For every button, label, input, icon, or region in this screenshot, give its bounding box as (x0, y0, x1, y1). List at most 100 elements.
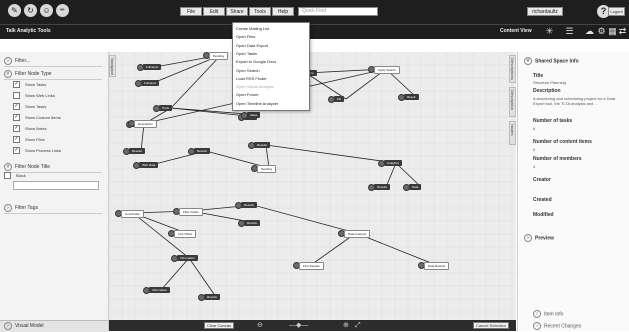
graph-node[interactable]: Fullname (141, 80, 160, 86)
cloud-icon[interactable]: ☁ (584, 26, 595, 37)
graph-canvas[interactable]: Navigator Descriptions Description Nodes… (109, 52, 516, 320)
people-icon[interactable]: ☺ (40, 4, 53, 17)
recent-changes-link[interactable]: › Recent Changes (533, 322, 581, 330)
graph-node[interactable]: Results (194, 148, 211, 154)
tags-header[interactable]: › Filter Tags (4, 203, 102, 214)
graph-node[interactable]: Results (244, 220, 261, 226)
node-title-input[interactable] (13, 181, 99, 190)
checkbox[interactable] (4, 172, 11, 180)
star-icon[interactable]: ✳ (544, 26, 555, 37)
slider-icon[interactable]: —◆— (289, 320, 308, 331)
tree-icon[interactable]: ☰ (564, 26, 575, 37)
node-title-option[interactable]: Black (4, 172, 26, 180)
tab-descriptions[interactable]: Descriptions (509, 55, 516, 83)
refresh-icon[interactable]: ↻ (24, 4, 37, 17)
jar-icon[interactable]: ☕ (56, 4, 69, 17)
graph-node[interactable]: Apply Search (374, 66, 400, 74)
graph-node[interactable]: Results (254, 142, 271, 148)
visual-model-tab[interactable]: › Visual Model (0, 320, 108, 332)
tools-dropdown: Create Mailing List Open Files Open Data E… (232, 22, 310, 111)
graph-node[interactable]: Description (134, 120, 158, 128)
canvas-toolbar: Clear Canvas ⊖ —◆— ⊕ ⤢ Cancel Selection (109, 320, 516, 331)
graph-node[interactable]: Filter Fields (179, 208, 203, 216)
checkbox[interactable]: ✓ (13, 125, 20, 133)
graph-node[interactable]: Data Analysis (344, 230, 371, 238)
item-info-link[interactable]: › Item Info (533, 310, 563, 318)
zoom-out-icon[interactable]: ⊖ (257, 320, 263, 331)
node-type-option[interactable]: ✓ Show Tasks (13, 103, 46, 111)
node-type-option[interactable]: ✓ Show Files (13, 136, 45, 144)
checkbox[interactable]: ✓ (13, 103, 20, 111)
gear-icon[interactable]: ⚙ (596, 26, 607, 37)
menu-share[interactable]: Share (226, 7, 248, 16)
dropdown-item[interactable]: Open Tasks (236, 51, 257, 56)
dropdown-item[interactable]: Open Data Export (236, 43, 268, 48)
dropdown-item[interactable]: Open Forum (236, 92, 258, 97)
dropdown-item[interactable]: Open Timeline Analyzer (236, 101, 278, 106)
graph-node[interactable]: Results (374, 184, 391, 190)
graph-node[interactable]: Pending (209, 52, 229, 60)
tab-description[interactable]: Description (509, 87, 516, 117)
graph-node[interactable]: Fine Results (299, 262, 324, 270)
graph-node[interactable]: Tools (159, 105, 173, 111)
dropdown-item[interactable]: Open Visual Analysis (236, 84, 274, 89)
graph-node[interactable]: Ideas (247, 112, 261, 118)
menu-edit[interactable]: Edit (203, 7, 225, 16)
filter-header[interactable]: › Filter... (4, 56, 102, 67)
pin-icon[interactable]: ✎ (8, 4, 21, 17)
cancel-selection-button[interactable]: Cancel Selection (473, 322, 509, 329)
option-label: Show Web Links (25, 93, 55, 98)
zoom-in-icon[interactable]: ⊕ (343, 320, 349, 331)
graph-node[interactable]: Pending (257, 165, 277, 173)
node-type-option[interactable]: ✓ Show Tasks (13, 81, 46, 89)
tab-navigator[interactable]: Navigator (109, 55, 116, 77)
graph-node[interactable]: Coordinate (121, 210, 144, 218)
node-type-option[interactable]: Show Web Links (13, 92, 55, 100)
graph-node[interactable]: Fill (334, 96, 344, 102)
app-title: Talk Analytic Tools (6, 28, 51, 34)
node-type-option[interactable]: ✓ Show Notes (13, 125, 47, 133)
quick-find-input[interactable]: Quick Find (298, 7, 378, 16)
dropdown-item[interactable]: Create Mailing List (236, 26, 269, 31)
title-label: Title (533, 73, 544, 79)
clear-canvas-button[interactable]: Clear Canvas (204, 322, 234, 329)
graph-node[interactable]: Results (204, 294, 221, 300)
fit-icon[interactable]: ⤢ (355, 320, 361, 331)
modified-label: Modified (533, 212, 554, 218)
graph-node[interactable]: Results (129, 148, 146, 154)
preview-header[interactable]: › Preview (524, 234, 554, 242)
graph-node[interactable]: Data (409, 184, 422, 190)
checkbox[interactable]: ✓ (13, 136, 20, 144)
checkbox[interactable] (13, 92, 20, 100)
checkbox[interactable]: ✓ (13, 114, 20, 122)
dropdown-item[interactable]: Open Files (236, 34, 255, 39)
graph-node[interactable]: Information (177, 255, 199, 261)
info-header[interactable]: ˅ Shared Space Info (524, 57, 579, 65)
chevron-icon: › (4, 321, 12, 330)
graph-node[interactable]: Fullname (143, 64, 162, 70)
dropdown-item[interactable]: Export to Google Docs (236, 59, 276, 64)
graph-node[interactable]: Result (404, 94, 419, 100)
username-button[interactable]: richardaultz (527, 7, 563, 16)
graph-node[interactable]: Results (241, 202, 258, 208)
graph-edge (140, 123, 145, 152)
menu-file[interactable]: File (180, 7, 202, 16)
checkbox[interactable]: ✓ (13, 81, 20, 89)
node-type-header[interactable]: ˅ Filter Node Type (4, 69, 102, 80)
share-icon[interactable]: ⇄ (617, 26, 628, 37)
dropdown-item[interactable]: Load RSS Finder (236, 76, 267, 81)
graph-node[interactable]: Web Data (139, 162, 159, 168)
graph-node[interactable]: Link Offset (174, 230, 197, 238)
tab-nodes[interactable]: Nodes (509, 121, 516, 145)
description-label: Description (533, 88, 561, 94)
dropdown-item[interactable]: Open Search (236, 68, 260, 73)
graph-node[interactable]: Analytics (384, 160, 403, 166)
checkbox[interactable]: ✓ (13, 147, 20, 155)
node-type-option[interactable]: ✓ Show Custom Items (13, 114, 61, 122)
menu-tools[interactable]: Tools (249, 7, 271, 16)
node-type-option[interactable]: ✓ Show Process Links (13, 147, 61, 155)
graph-node[interactable]: Information (149, 287, 171, 293)
graph-node[interactable]: Data Results (424, 262, 450, 270)
menu-help[interactable]: Help (272, 7, 294, 16)
logout-button[interactable]: Logout (608, 7, 625, 16)
